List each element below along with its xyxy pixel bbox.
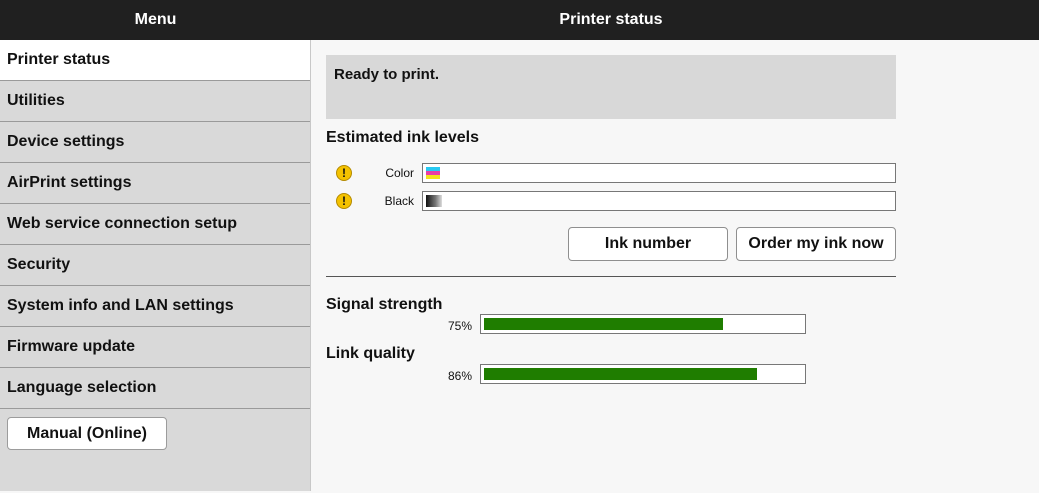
app-header: Menu Printer status [0,0,1039,40]
ink-label-black: Black [384,194,414,208]
menu-title: Menu [134,11,177,28]
signal-strength-percent: 75% [447,319,472,333]
sidebar-item-device-settings[interactable]: Device settings [0,122,310,163]
link-quality-percent: 86% [447,369,472,383]
signal-strength-heading: Signal strength [326,296,443,313]
sidebar-item-utilities[interactable]: Utilities [0,81,310,122]
signal-strength-bar [480,314,806,334]
ink-bar-black [422,191,896,211]
ink-label-color: Color [385,166,414,180]
link-quality-bar [480,364,806,384]
sidebar-item-printer-status[interactable]: Printer status [0,40,310,81]
link-quality-heading: Link quality [326,345,415,362]
main-content: Ready to print. Estimated ink levels ! C… [312,40,1039,491]
order-ink-button[interactable]: Order my ink now [736,227,896,261]
section-divider [326,276,896,277]
sidebar-item-airprint-settings[interactable]: AirPrint settings [0,163,310,204]
ink-row-color: ! Color [336,163,896,183]
sidebar-item-web-service-connection-setup[interactable]: Web service connection setup [0,204,310,245]
status-message: Ready to print. [334,66,440,83]
sidebar-item-system-info-lan-settings[interactable]: System info and LAN settings [0,286,310,327]
ink-row-black: ! Black [336,191,896,211]
sidebar-item-firmware-update[interactable]: Firmware update [0,327,310,368]
signal-strength-fill [484,318,723,330]
ink-fill-color [426,167,440,179]
manual-online-button[interactable]: Manual (Online) [7,417,167,450]
link-quality-fill [484,368,757,380]
sidebar-item-security[interactable]: Security [0,245,310,286]
page-title: Printer status [559,11,663,28]
status-message-box: Ready to print. [326,55,896,119]
warning-icon: ! [336,165,352,181]
ink-fill-black [426,195,442,207]
sidebar: Printer status Utilities Device settings… [0,40,311,491]
ink-bar-color [422,163,896,183]
ink-levels-heading: Estimated ink levels [326,129,479,146]
warning-icon: ! [336,193,352,209]
sidebar-item-language-selection[interactable]: Language selection [0,368,310,409]
ink-number-button[interactable]: Ink number [568,227,728,261]
